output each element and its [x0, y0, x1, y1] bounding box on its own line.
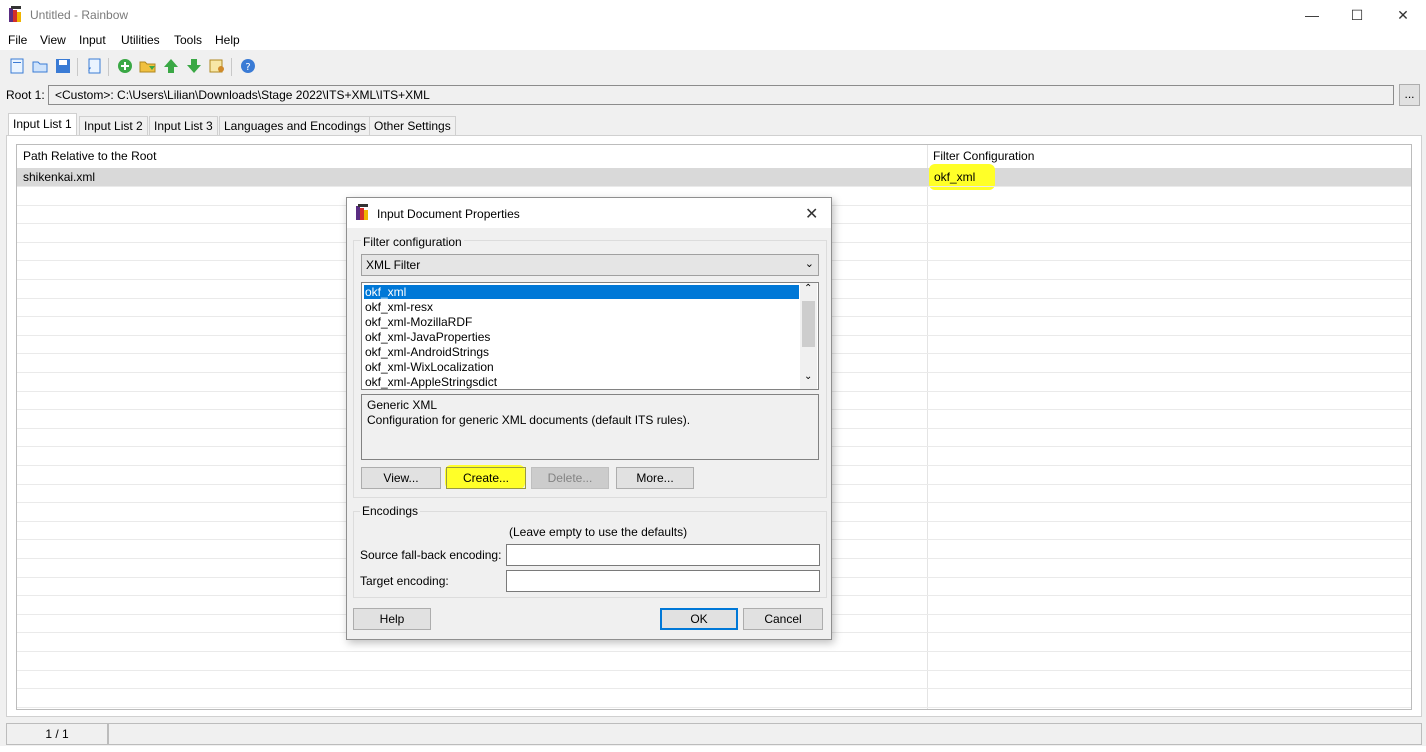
description-title: Generic XML: [367, 398, 438, 412]
status-message-area: [108, 723, 1422, 745]
root-browse-button[interactable]: ...: [1399, 84, 1420, 106]
row-filter-cell: okf_xml: [934, 170, 976, 184]
config-list-item[interactable]: okf_xml-WixLocalization: [364, 360, 799, 374]
cancel-button[interactable]: Cancel: [743, 608, 823, 630]
description-text: Configuration for generic XML documents …: [367, 413, 691, 427]
open-icon[interactable]: [31, 57, 49, 75]
menu-input[interactable]: Input: [79, 33, 106, 47]
add-icon[interactable]: [116, 57, 134, 75]
menu-help[interactable]: Help: [215, 33, 240, 47]
config-list-item[interactable]: okf_xml-AndroidStrings: [364, 345, 799, 359]
dialog-title-bar: Input Document Properties ✕: [347, 198, 831, 228]
new-icon[interactable]: [8, 57, 26, 75]
encodings-label: Encodings: [360, 504, 421, 518]
svg-text:?: ?: [245, 62, 250, 73]
menu-tools[interactable]: Tools: [174, 33, 202, 47]
root-path-field[interactable]: <Custom>: C:\Users\Lilian\Downloads\Stag…: [48, 85, 1394, 105]
filter-configuration-label: Filter configuration: [361, 235, 464, 249]
tab-input-list-3[interactable]: Input List 3: [149, 116, 218, 135]
status-page-indicator: 1 / 1: [6, 723, 108, 745]
scroll-down-icon[interactable]: ⌄: [804, 371, 812, 382]
settings-icon[interactable]: [208, 57, 226, 75]
move-up-icon[interactable]: [162, 57, 180, 75]
close-button[interactable]: ✕: [1380, 0, 1426, 30]
row-divider: [17, 670, 1411, 671]
menu-view[interactable]: View: [40, 33, 66, 47]
filter-select[interactable]: XML Filter ⌄: [361, 254, 819, 276]
scroll-thumb[interactable]: [802, 301, 815, 347]
rainbow-app-icon: [356, 204, 368, 220]
scroll-up-icon[interactable]: ⌃: [804, 283, 812, 294]
toolbar: ?: [0, 52, 1426, 80]
tab-other-settings[interactable]: Other Settings: [369, 116, 456, 135]
window-title-bar: Untitled - Rainbow — ☐ ✕: [0, 0, 1426, 30]
root-label: Root 1:: [6, 88, 45, 102]
encodings-hint: (Leave empty to use the defaults): [509, 525, 688, 539]
toolbar-separator: [77, 58, 78, 76]
maximize-button[interactable]: ☐: [1334, 0, 1380, 30]
column-divider: [927, 145, 928, 709]
dialog-close-icon[interactable]: ✕: [805, 204, 818, 224]
source-encoding-input[interactable]: [506, 544, 820, 566]
config-list-item[interactable]: okf_xml-MozillaRDF: [364, 315, 799, 329]
root-path-text: <Custom>: C:\Users\Lilian\Downloads\Stag…: [55, 88, 430, 102]
filter-select-value: XML Filter: [366, 258, 421, 272]
bottom-strip: [0, 746, 1426, 752]
row-divider: [17, 707, 1411, 708]
target-encoding-input[interactable]: [506, 570, 820, 592]
input-document-properties-dialog: Input Document Properties ✕ Filter confi…: [346, 197, 832, 640]
toolbar-separator: [231, 58, 232, 76]
list-scrollbar[interactable]: ⌃ ⌄: [800, 283, 817, 389]
rainbow-app-icon: [9, 6, 21, 22]
menu-file[interactable]: File: [8, 33, 27, 47]
table-row[interactable]: shikenkai.xml okf_xml: [17, 164, 1411, 190]
row-divider: [17, 688, 1411, 689]
config-list-item[interactable]: okf_xml: [364, 285, 799, 299]
configuration-list[interactable]: okf_xml okf_xml-resx okf_xml-MozillaRDF okf…: [361, 282, 819, 390]
ok-button[interactable]: OK: [660, 608, 738, 630]
config-list-item[interactable]: okf_xml-resx: [364, 300, 799, 314]
chevron-down-icon: ⌄: [804, 258, 814, 270]
help-icon[interactable]: ?: [239, 57, 257, 75]
delete-button[interactable]: Delete...: [531, 467, 609, 489]
tab-languages-encodings[interactable]: Languages and Encodings: [219, 116, 372, 135]
row-path-cell: shikenkai.xml: [23, 170, 96, 184]
create-button[interactable]: Create...: [446, 467, 526, 489]
move-down-icon[interactable]: [185, 57, 203, 75]
tab-input-list-1[interactable]: Input List 1: [8, 113, 77, 136]
help-button[interactable]: Help: [353, 608, 431, 630]
configuration-description: Generic XML Configuration for generic XM…: [361, 394, 819, 460]
menu-utilities[interactable]: Utilities: [121, 33, 160, 47]
save-icon[interactable]: [54, 57, 72, 75]
menu-bar: File View Input Utilities Tools Help: [0, 30, 1426, 50]
add-folder-icon[interactable]: [139, 57, 157, 75]
target-encoding-label: Target encoding:: [360, 574, 449, 588]
view-button[interactable]: View...: [361, 467, 441, 489]
column-header-path[interactable]: Path Relative to the Root: [17, 145, 156, 167]
row-divider: [17, 186, 1411, 187]
row-divider: [17, 651, 1411, 652]
config-list-item[interactable]: okf_xml-JavaProperties: [364, 330, 799, 344]
edit-icon[interactable]: [85, 57, 103, 75]
window-title: Untitled - Rainbow: [30, 8, 129, 22]
source-encoding-label: Source fall-back encoding:: [360, 548, 502, 562]
more-button[interactable]: More...: [616, 467, 694, 489]
tab-input-list-2[interactable]: Input List 2: [79, 116, 148, 135]
minimize-button[interactable]: —: [1289, 0, 1335, 30]
config-list-item[interactable]: okf_xml-AppleStringsdict: [364, 375, 799, 389]
dialog-title: Input Document Properties: [377, 207, 520, 221]
toolbar-separator: [108, 58, 109, 76]
